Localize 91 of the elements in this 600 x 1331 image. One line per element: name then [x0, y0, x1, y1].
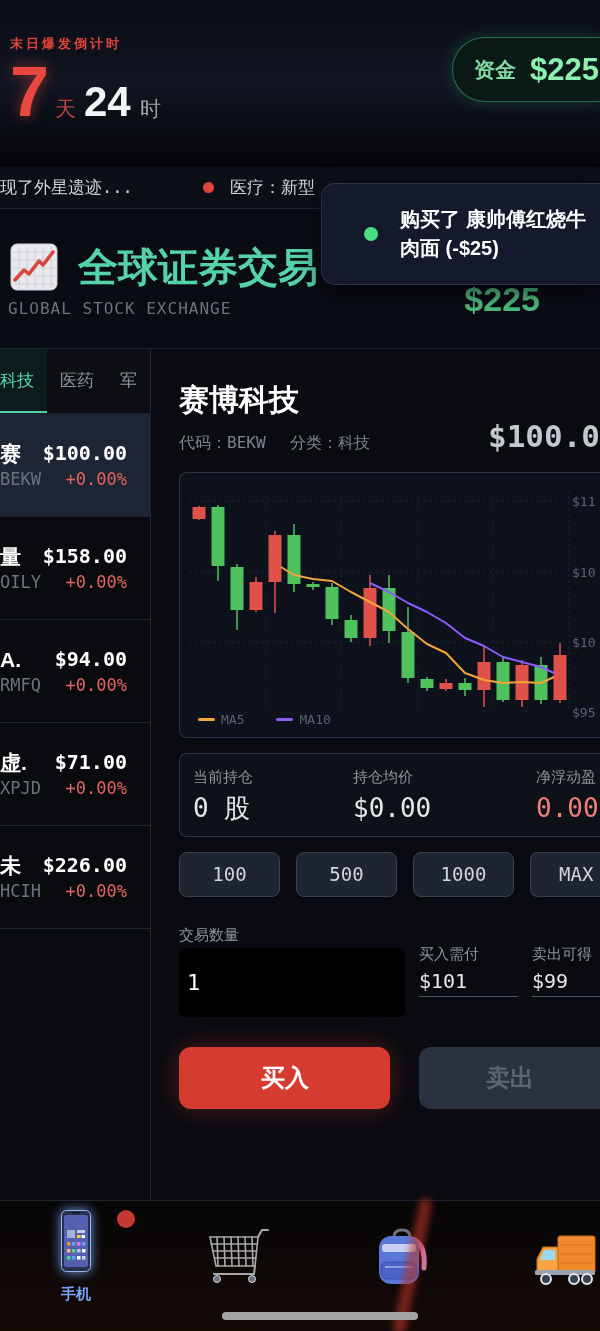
- axis-label: $11: [572, 494, 596, 509]
- funds-amount: $225: [530, 54, 599, 85]
- position-label: 当前持仓: [193, 769, 254, 784]
- buy-cost-field: $101: [419, 971, 518, 997]
- axis-label: $10: [572, 565, 596, 580]
- sell-gain-label: 卖出可得: [532, 946, 593, 961]
- candle: [192, 505, 206, 521]
- position-value: 0 股: [193, 795, 252, 821]
- countdown-days: 7: [10, 57, 49, 127]
- nav-tab[interactable]: [534, 1235, 596, 1285]
- stock-code: RMFQ: [0, 676, 41, 694]
- countdown-hours: 24: [83, 81, 131, 123]
- chart-icon: [10, 243, 58, 291]
- sector-tab[interactable]: 医药: [47, 349, 107, 413]
- exchange-title: 全球证券交易: [78, 247, 318, 287]
- stock-price: $94.00: [54, 649, 127, 669]
- hours-unit: 时: [139, 98, 161, 119]
- stock-code: BEKW: [0, 470, 41, 488]
- ticker-text: 医疗：新型: [229, 179, 315, 196]
- price-change: +0.00%: [65, 882, 127, 900]
- candle: [477, 644, 491, 708]
- stock-code-label: 代码：BEKW: [179, 433, 266, 452]
- position-label: 持仓均价: [353, 769, 414, 784]
- candle: [458, 677, 472, 697]
- buy-cost-label: 买入需付: [419, 946, 480, 961]
- quantity-preset-button[interactable]: 100: [179, 852, 280, 897]
- stock-code: XPJD: [0, 779, 41, 797]
- legend-label: MA5: [221, 713, 245, 726]
- funds-label: 资金: [474, 59, 516, 80]
- candle: [325, 582, 339, 626]
- stock-list-item[interactable]: 未 $226.00 HCIH +0.00%: [0, 826, 150, 929]
- candle: [534, 656, 548, 705]
- candle: [287, 523, 301, 593]
- stock-name: 虚.: [0, 751, 27, 773]
- quantity-preset-button[interactable]: 500: [296, 852, 397, 897]
- cart-icon: [208, 1228, 270, 1286]
- price-change: +0.00%: [65, 470, 127, 488]
- nav-tab[interactable]: [208, 1228, 270, 1286]
- position-value: 0.00: [536, 795, 600, 821]
- exchange-subtitle: GLOBAL STOCK EXCHANGE: [8, 301, 233, 317]
- position-value: $0.00: [353, 795, 433, 821]
- stock-price: $226.00: [42, 855, 127, 875]
- price-change: +0.00%: [65, 573, 127, 591]
- candle: [515, 659, 529, 708]
- stock-code: HCIH: [0, 882, 41, 900]
- stock-price: $71.00: [54, 752, 127, 772]
- axis-label: $10: [572, 635, 596, 650]
- countdown-title: 末日爆发倒计时: [10, 37, 123, 50]
- candle: [230, 563, 244, 631]
- quantity-preset-button[interactable]: MAX: [530, 852, 600, 897]
- buy-button[interactable]: 买入: [179, 1047, 390, 1109]
- candle: [496, 656, 510, 703]
- stock-name: A.: [0, 648, 21, 670]
- sector-tab[interactable]: 科技: [0, 349, 47, 413]
- quantity-input[interactable]: 1: [179, 948, 405, 1017]
- price-change: +0.00%: [65, 779, 127, 797]
- balance-amount: $225: [464, 282, 540, 316]
- candle: [306, 581, 320, 591]
- quantity-preset-button[interactable]: 1000: [413, 852, 514, 897]
- candle: [382, 574, 396, 644]
- stock-name: 赛: [0, 442, 21, 464]
- legend-label: MA10: [299, 713, 331, 726]
- stock-name: 未: [0, 854, 21, 876]
- price-change: +0.00%: [65, 676, 127, 694]
- days-unit: 天: [54, 98, 76, 119]
- stock-price: $158.00: [42, 546, 127, 566]
- nav-tab[interactable]: 手机: [61, 1210, 91, 1301]
- stock-detail-price: $100.0: [488, 421, 600, 452]
- candle: [249, 576, 263, 613]
- candle: [553, 642, 567, 704]
- toast-message: 购买了 康帅傅红烧牛肉面 (-$25): [400, 207, 587, 261]
- quantity-label: 交易数量: [179, 927, 240, 942]
- stock-list-item[interactable]: 量 $158.00 OILY +0.00%: [0, 517, 150, 620]
- ticker-text: 现了外星遗迹...: [0, 179, 133, 196]
- candle: [439, 678, 453, 692]
- axis-label: $95: [572, 705, 596, 720]
- position-label: 净浮动盈: [536, 769, 597, 784]
- stock-code: OILY: [0, 573, 41, 591]
- sector-tab[interactable]: 军: [107, 349, 150, 413]
- stock-title: 赛博科技: [179, 385, 300, 415]
- truck-icon: [534, 1235, 596, 1285]
- sell-gain-field: $99: [532, 971, 600, 997]
- stock-name: 量: [0, 545, 21, 567]
- stock-price: $100.00: [42, 443, 127, 463]
- stock-list-item[interactable]: 虚. $71.00 XPJD +0.00%: [0, 723, 150, 826]
- stock-list-item[interactable]: 赛 $100.00 BEKW +0.00%: [0, 414, 150, 517]
- stock-list-item[interactable]: A. $94.00 RMFQ +0.00%: [0, 620, 150, 723]
- candle: [420, 676, 434, 692]
- stock-sector-label: 分类：科技: [289, 433, 370, 452]
- candle: [344, 614, 358, 643]
- phone-icon: [61, 1210, 91, 1272]
